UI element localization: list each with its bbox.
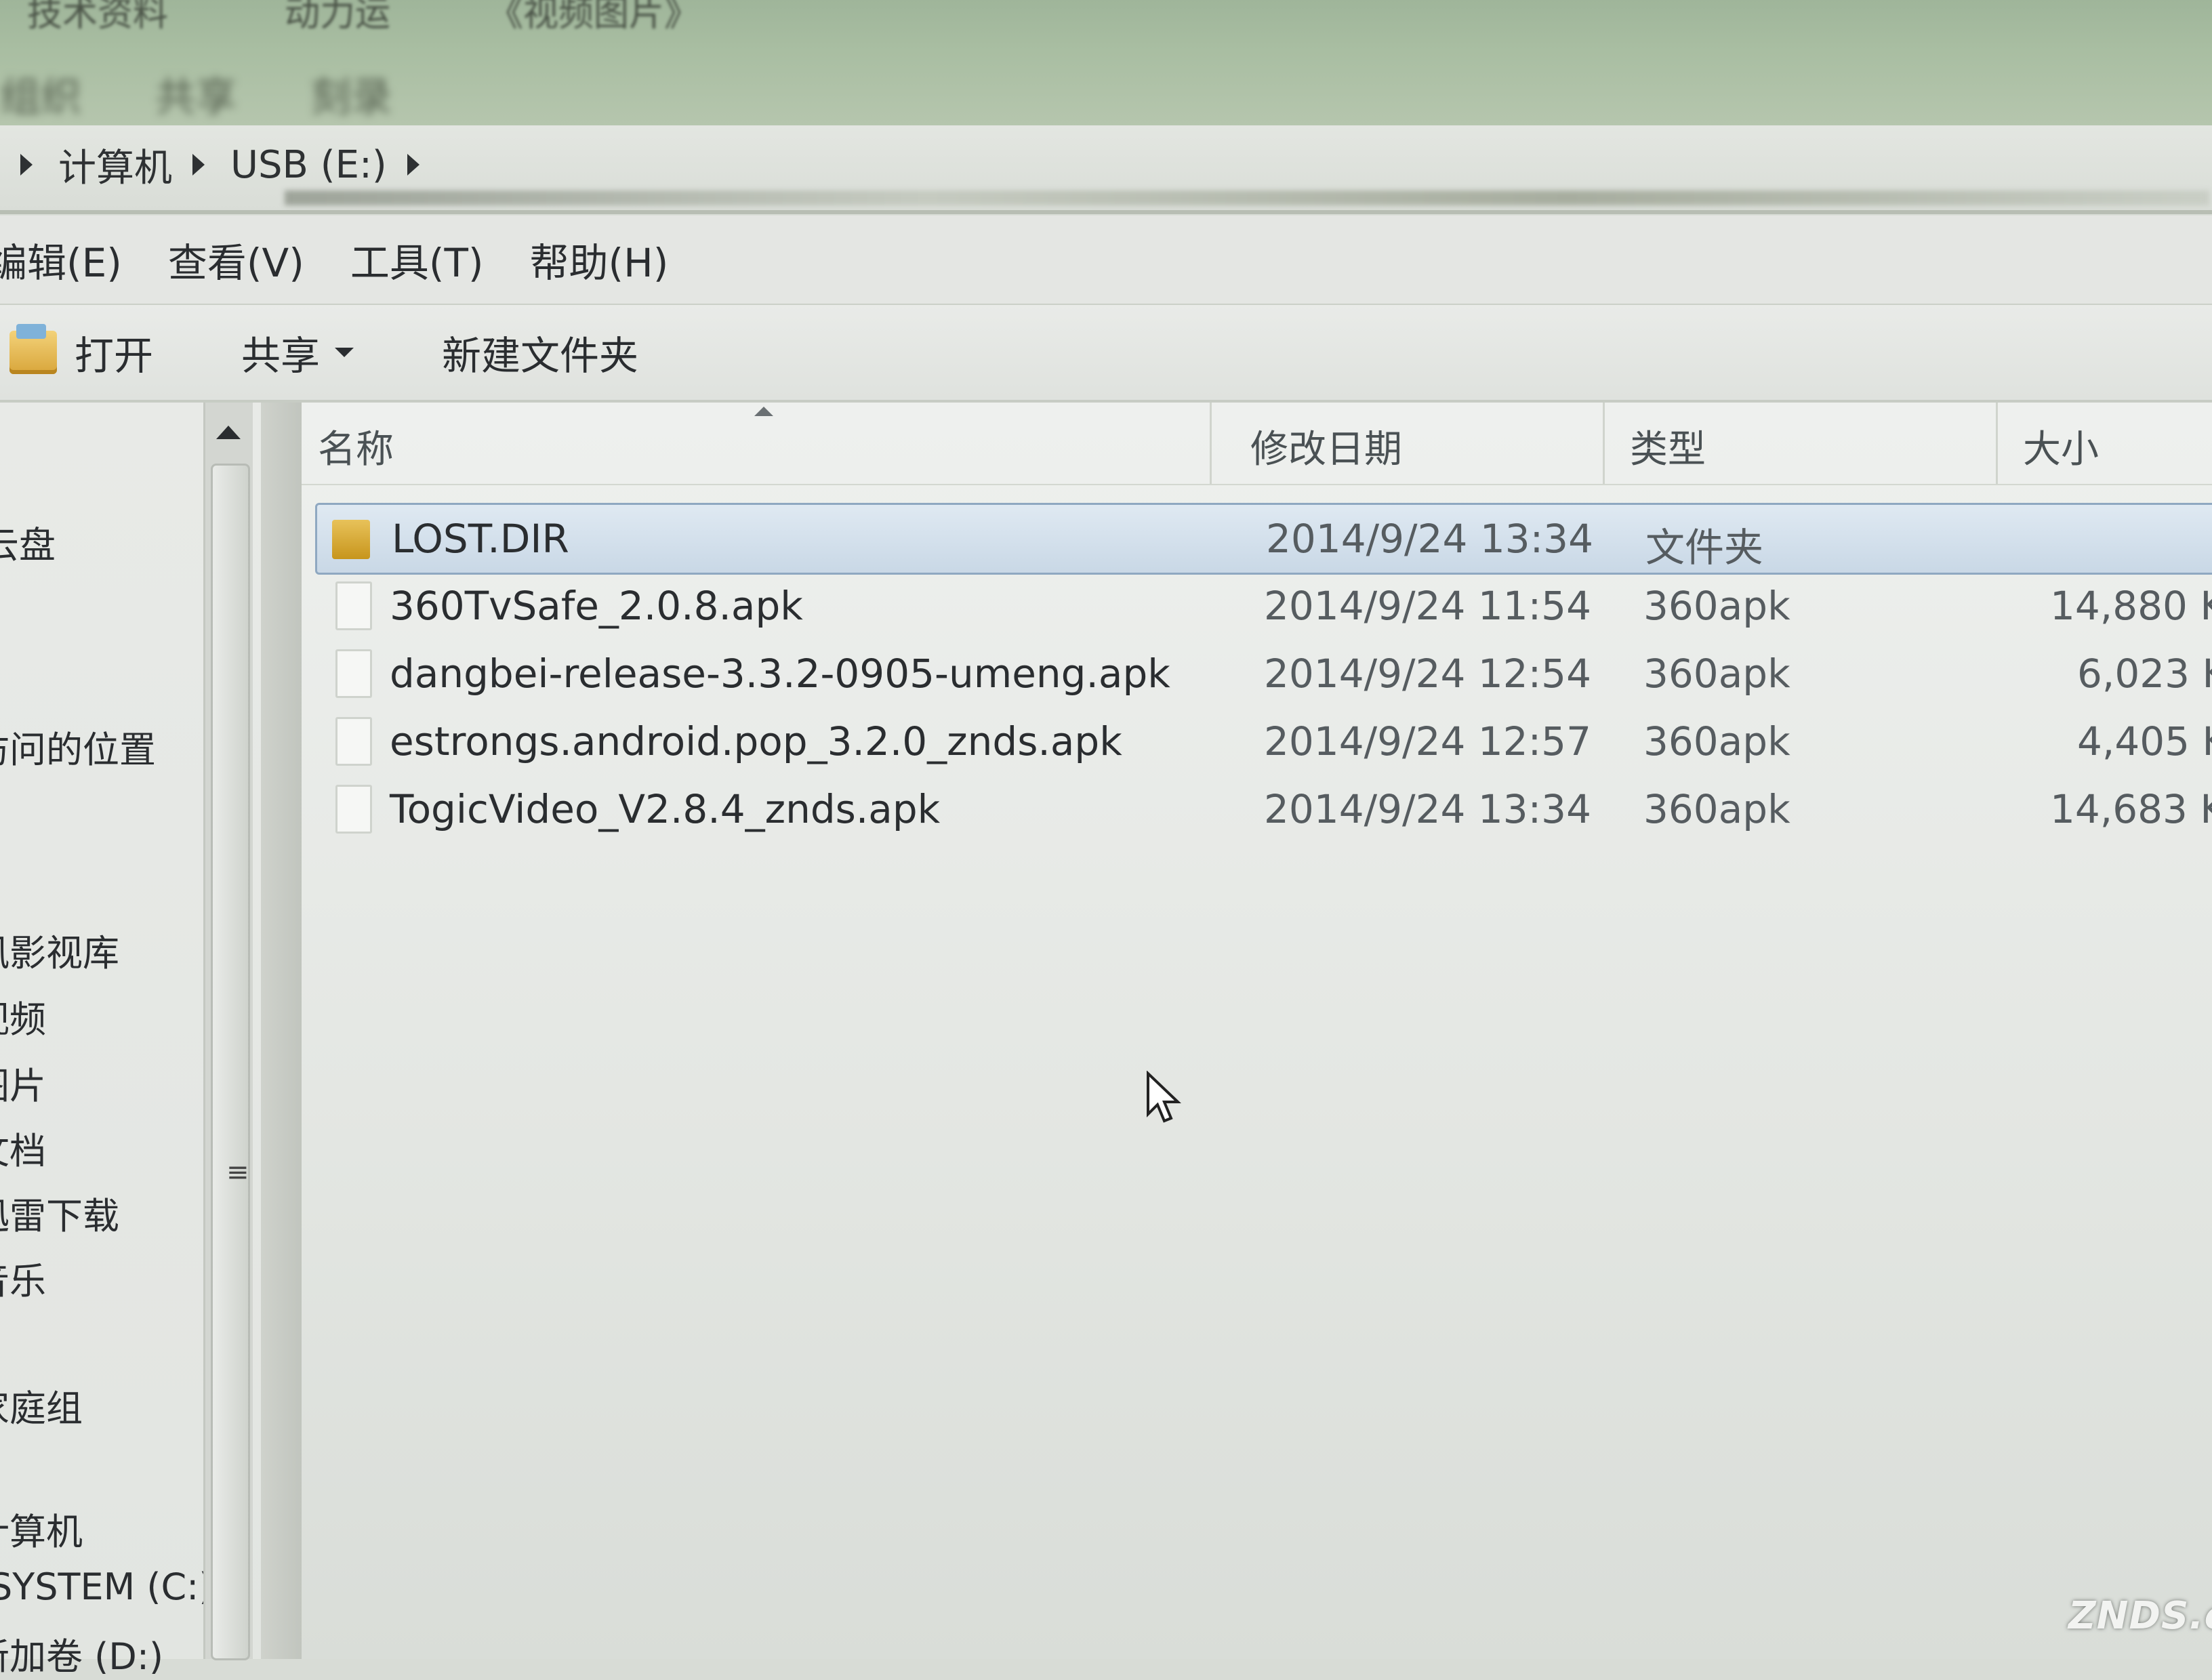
file-row[interactable]: LOST.DIR 2014/9/24 13:34 文件夹 xyxy=(315,503,2212,575)
grip-icon: ≡ xyxy=(226,1157,249,1188)
menu-edit[interactable]: 编辑(E) xyxy=(0,231,122,288)
file-date: 2014/9/24 13:34 xyxy=(1264,786,1591,832)
column-separator[interactable] xyxy=(1603,403,1605,484)
file-date: 2014/9/24 12:54 xyxy=(1264,651,1591,697)
column-type[interactable]: 类型 xyxy=(1630,419,1706,474)
watermark-logo: ZNDS.com xyxy=(2068,1594,2212,1638)
nav-item[interactable]: SYSTEM (C:) xyxy=(0,1565,213,1608)
file-type: 360apk xyxy=(1643,786,1790,832)
top-tab[interactable]: 技术资料 xyxy=(27,0,168,35)
new-folder-label: 新建文件夹 xyxy=(442,333,639,379)
file-row[interactable]: TogicVideo_V2.8.4_znds.apk 2014/9/24 13:… xyxy=(315,775,2212,843)
file-name: dangbei-release-3.3.2-0905-umeng.apk xyxy=(390,651,1170,697)
column-name[interactable]: 名称 xyxy=(318,419,394,474)
column-date[interactable]: 修改日期 xyxy=(1250,419,1402,474)
menu-bar: 编辑(E) 查看(V) 工具(T) 帮助(H) xyxy=(0,216,2212,306)
file-name: TogicVideo_V2.8.4_znds.apk xyxy=(390,786,941,832)
file-name: LOST.DIR xyxy=(392,516,569,562)
folder-icon xyxy=(332,520,370,559)
file-row[interactable]: estrongs.android.pop_3.2.0_znds.apk 2014… xyxy=(315,708,2212,775)
menu-view[interactable]: 查看(V) xyxy=(168,231,304,288)
top-tab[interactable]: 《视频图片》 xyxy=(488,0,699,35)
file-list-pane: 名称 修改日期 类型 大小 LOST.DIR 2014/9/24 13:34 文… xyxy=(302,403,2212,1659)
column-header: 名称 修改日期 类型 大小 xyxy=(302,403,2212,485)
file-size: 4,405 KB xyxy=(2077,718,2212,764)
file-size: 6,023 KB xyxy=(2077,651,2212,697)
chevron-right-icon[interactable] xyxy=(20,154,33,176)
file-date: 2014/9/24 13:34 xyxy=(1266,516,1593,562)
mouse-pointer-icon xyxy=(1147,1071,1181,1123)
blurred-item: 组织 xyxy=(0,74,81,121)
share-button[interactable]: 共享 xyxy=(241,324,354,381)
file-row[interactable]: 360TvSafe_2.0.8.apk 2014/9/24 11:54 360a… xyxy=(315,572,2212,640)
file-date: 2014/9/24 11:54 xyxy=(1264,583,1591,629)
blurred-item: 共享 xyxy=(155,74,237,121)
nav-item[interactable]: 云盘 xyxy=(0,515,56,569)
nav-item[interactable]: 计算机 xyxy=(0,1502,83,1555)
file-icon xyxy=(335,649,372,698)
new-folder-button[interactable]: 新建文件夹 xyxy=(442,324,638,381)
nav-item[interactable]: 迅雷下载 xyxy=(0,1186,119,1239)
nav-item[interactable]: 访问的位置 xyxy=(0,720,156,773)
share-label: 共享 xyxy=(241,333,321,379)
breadcrumb-computer[interactable]: 计算机 xyxy=(58,138,172,192)
file-icon xyxy=(335,785,372,834)
file-name: estrongs.android.pop_3.2.0_znds.apk xyxy=(390,718,1122,764)
nav-item[interactable]: 视频 xyxy=(0,989,46,1043)
nav-item[interactable]: 图片 xyxy=(0,1056,46,1109)
nav-item[interactable]: 文档 xyxy=(0,1121,46,1174)
blurred-item: 刻录 xyxy=(310,74,392,121)
file-icon xyxy=(335,717,372,766)
breadcrumb-usb[interactable]: USB (E:) xyxy=(230,143,387,187)
command-toolbar: 打开 共享 新建文件夹 xyxy=(0,305,2212,403)
nav-item[interactable]: 家庭组 xyxy=(0,1378,83,1432)
scroll-up-icon[interactable] xyxy=(216,426,241,439)
file-name: 360TvSafe_2.0.8.apk xyxy=(390,583,803,629)
nav-item[interactable]: 音乐 xyxy=(0,1251,46,1305)
file-type: 360apk xyxy=(1643,651,1790,697)
file-type: 360apk xyxy=(1643,583,1790,629)
blurred-toolbar: 组织 共享 刻录 xyxy=(0,64,453,123)
top-tab-strip: 技术资料 动力运 《视频图片》 组织 共享 刻录 xyxy=(0,0,2212,129)
open-icon xyxy=(9,324,57,374)
breadcrumb: 计算机 USB (E:) xyxy=(0,138,445,192)
open-button[interactable]: 打开 xyxy=(9,324,153,381)
file-type: 360apk xyxy=(1643,718,1790,764)
chevron-right-icon[interactable] xyxy=(407,154,419,176)
sort-ascending-icon xyxy=(754,407,773,416)
address-bar-edge xyxy=(285,190,2209,205)
dropdown-arrow-icon xyxy=(335,348,354,357)
file-date: 2014/9/24 12:57 xyxy=(1264,718,1591,764)
open-label: 打开 xyxy=(75,333,154,379)
file-size: 14,683 KB xyxy=(2050,786,2212,832)
scroll-thumb[interactable]: ≡ xyxy=(211,464,250,1660)
pane-divider[interactable] xyxy=(261,403,302,1659)
file-icon xyxy=(335,581,372,630)
column-separator[interactable] xyxy=(1210,403,1212,484)
nav-scrollbar[interactable]: ≡ xyxy=(203,403,253,1660)
menu-help[interactable]: 帮助(H) xyxy=(530,231,669,288)
file-size: 14,880 KB xyxy=(2050,583,2212,629)
nav-item[interactable]: 新加卷 (D:) xyxy=(0,1626,163,1680)
column-size[interactable]: 大小 xyxy=(2023,419,2099,474)
file-row[interactable]: dangbei-release-3.3.2-0905-umeng.apk 201… xyxy=(315,640,2212,708)
address-bar[interactable]: 计算机 USB (E:) xyxy=(0,125,2212,214)
file-type: 文件夹 xyxy=(1645,525,1764,571)
top-tab[interactable]: 动力运 xyxy=(285,0,390,35)
nav-item[interactable]: 风影视库 xyxy=(0,923,119,977)
chevron-right-icon[interactable] xyxy=(192,154,205,176)
menu-tools[interactable]: 工具(T) xyxy=(350,231,484,288)
column-separator[interactable] xyxy=(1996,403,1998,484)
